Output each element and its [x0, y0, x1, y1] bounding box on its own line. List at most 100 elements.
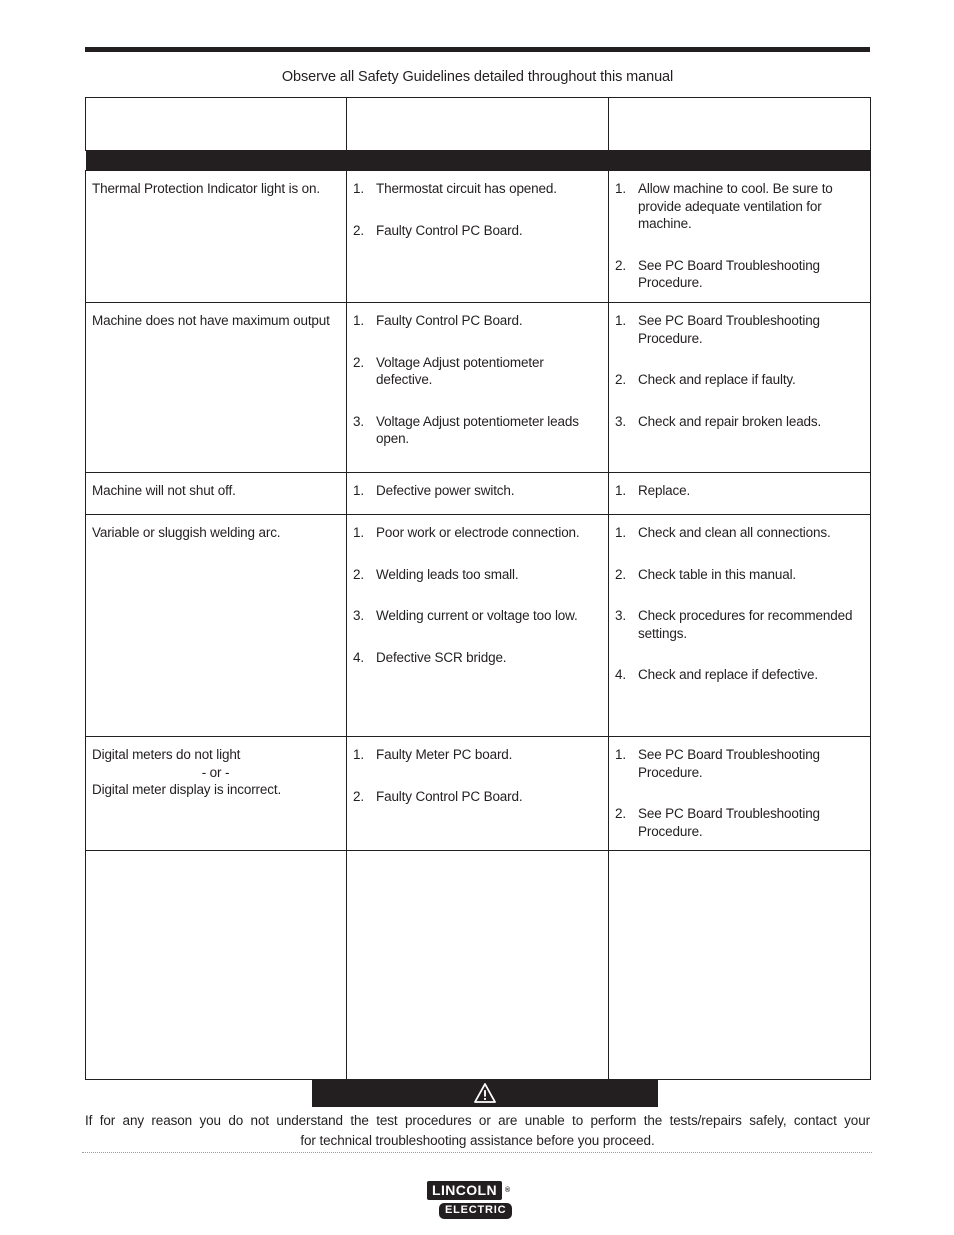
item-number: 1. [353, 313, 364, 328]
item-text: Faulty Meter PC board. [376, 747, 513, 762]
item-text: Thermostat circuit has opened. [376, 181, 557, 196]
item-text: Check and repair broken leads. [638, 413, 822, 429]
item-number: 1. [615, 747, 626, 762]
symptom-line-2: - or - [201, 764, 230, 780]
symptom-line-1: Digital meters do not light [92, 747, 241, 762]
item-number: 3. [353, 608, 364, 624]
warning-triangle-icon [474, 1083, 496, 1103]
lincoln-electric-logo: LINCOLN ® ELECTRIC [427, 1181, 527, 1219]
header-cell-possible-areas [346, 97, 609, 151]
header-cell-recommended-course [608, 97, 871, 151]
list-item: 1. Poor work or electrode connection. [353, 524, 601, 542]
possible-areas-cell: 1. Poor work or electrode connection. 2.… [346, 514, 609, 737]
list-item: 2. See PC Board Troubleshooting Procedur… [615, 805, 863, 840]
warning-text-line-2: for technical troubleshooting assistance… [300, 1132, 655, 1148]
symptom-cell: Digital meters do not light - or - Digit… [85, 735, 347, 852]
recommended-course-cell: 1. Allow machine to cool. Be sure to pro… [608, 170, 871, 303]
list-item: 2. See PC Board Troubleshooting Procedur… [615, 257, 863, 292]
table-row: Variable or sluggish welding arc. 1. Poo… [85, 514, 871, 737]
recommended-course-list: 1. Check and clean all connections. 2. C… [615, 524, 863, 684]
item-number: 1. [353, 483, 364, 498]
item-text: Faulty Control PC Board. [376, 788, 523, 804]
item-number: 4. [353, 649, 364, 665]
item-text: Replace. [638, 483, 691, 498]
registered-trademark-icon: ® [505, 1187, 511, 1194]
recommended-course-list: 1. See PC Board Troubleshooting Procedur… [615, 312, 863, 430]
symptom-text: Machine will not shut off. [92, 483, 236, 498]
item-text: Voltage Adjust potentiometer leads open. [376, 413, 579, 447]
table-row: Machine does not have maximum output 1. … [85, 302, 871, 473]
item-text: Faulty Control PC Board. [376, 313, 523, 328]
table-row: Machine will not shut off. 1. Defective … [85, 472, 871, 515]
symptom-text: Digital meters do not light - or - Digit… [86, 737, 346, 846]
item-number: 1. [615, 483, 626, 498]
table-black-separator-band [85, 150, 871, 171]
possible-areas-list: 1. Poor work or electrode connection. 2.… [353, 524, 601, 666]
item-number: 1. [353, 525, 364, 540]
item-number: 2. [615, 372, 626, 388]
item-text: Voltage Adjust potentiometer defective. [376, 354, 544, 388]
caution-banner [312, 1079, 658, 1107]
item-number: 1. [353, 181, 364, 196]
list-item: 3. Voltage Adjust potentiometer leads op… [353, 413, 601, 448]
list-item: 2. Faulty Control PC Board. [353, 222, 601, 240]
item-text: Check and clean all connections. [638, 525, 831, 540]
top-rule-divider [85, 47, 870, 52]
symptom-text: Machine does not have maximum output [92, 313, 330, 328]
item-number: 2. [615, 257, 626, 273]
list-item: 4. Defective SCR bridge. [353, 649, 601, 667]
symptom-cell: Thermal Protection Indicator light is on… [85, 170, 347, 303]
table-header-row [85, 97, 871, 151]
safety-guidelines-note: Observe all Safety Guidelines detailed t… [281, 69, 674, 85]
warning-text-line-1: If for any reason you do not understand … [85, 1113, 870, 1128]
list-item: 2. Check and replace if faulty. [615, 371, 863, 389]
possible-areas-cell: 1. Faulty Meter PC board. 2. Faulty Cont… [346, 735, 609, 852]
list-item: 2. Voltage Adjust potentiometer defectiv… [353, 354, 601, 389]
item-number: 2. [615, 806, 626, 822]
symptom-cell: Variable or sluggish welding arc. [85, 514, 347, 737]
blank-cell-recommended-course [608, 850, 871, 1081]
item-text: Check and replace if faulty. [638, 372, 796, 388]
list-item: 3. Check procedures for recommended sett… [615, 607, 863, 642]
troubleshooting-table: Thermal Protection Indicator light is on… [85, 97, 871, 1081]
item-text: Welding current or voltage too low. [376, 608, 578, 624]
list-item: 3. Welding current or voltage too low. [353, 607, 601, 625]
item-number: 1. [353, 747, 364, 762]
document-page: Observe all Safety Guidelines detailed t… [0, 0, 954, 1235]
possible-areas-cell: 1. Faulty Control PC Board. 2. Voltage A… [346, 302, 609, 473]
list-item: 1. Faulty Meter PC board. [353, 746, 601, 764]
item-text: Check procedures for recommended setting… [638, 608, 853, 641]
symptom-cell: Machine does not have maximum output [85, 302, 347, 473]
list-item: 1. Check and clean all connections. [615, 524, 863, 542]
item-number: 2. [353, 788, 364, 804]
item-number: 2. [353, 354, 364, 370]
recommended-course-list: 1. Replace. [615, 482, 863, 500]
item-text: Check and replace if defective. [638, 667, 818, 683]
item-text: See PC Board Troubleshooting Procedure. [638, 313, 820, 346]
black-band-cell [85, 150, 871, 171]
recommended-course-cell: 1. See PC Board Troubleshooting Procedur… [608, 302, 871, 473]
item-text: Defective SCR bridge. [376, 649, 507, 665]
logo-top-row: LINCOLN ® [427, 1181, 527, 1200]
item-text: Welding leads too small. [376, 566, 519, 582]
item-text: Poor work or electrode connection. [376, 525, 580, 540]
list-item: 1. Defective power switch. [353, 482, 601, 500]
list-item: 1. See PC Board Troubleshooting Procedur… [615, 312, 863, 347]
item-number: 1. [615, 525, 626, 540]
item-text: Check table in this manual. [638, 566, 797, 582]
symptom-cell: Machine will not shut off. [85, 472, 347, 515]
table-row: Thermal Protection Indicator light is on… [85, 170, 871, 303]
symptom-text: Thermal Protection Indicator light is on… [92, 181, 320, 196]
item-text: Faulty Control PC Board. [376, 222, 523, 238]
item-number: 2. [353, 566, 364, 582]
list-item: 2. Faulty Control PC Board. [353, 788, 601, 806]
logo-wordmark-lincoln: LINCOLN [427, 1181, 503, 1200]
header-cell-symptoms [85, 97, 347, 151]
item-text: See PC Board Troubleshooting Procedure. [638, 257, 820, 291]
item-number: 4. [615, 667, 626, 683]
recommended-course-cell: 1. Check and clean all connections. 2. C… [608, 514, 871, 737]
possible-areas-list: 1. Thermostat circuit has opened. 2. Fau… [353, 180, 601, 239]
table-row: Digital meters do not light - or - Digit… [85, 735, 871, 852]
item-text: See PC Board Troubleshooting Procedure. [638, 747, 820, 780]
recommended-course-cell: 1. See PC Board Troubleshooting Procedur… [608, 735, 871, 852]
